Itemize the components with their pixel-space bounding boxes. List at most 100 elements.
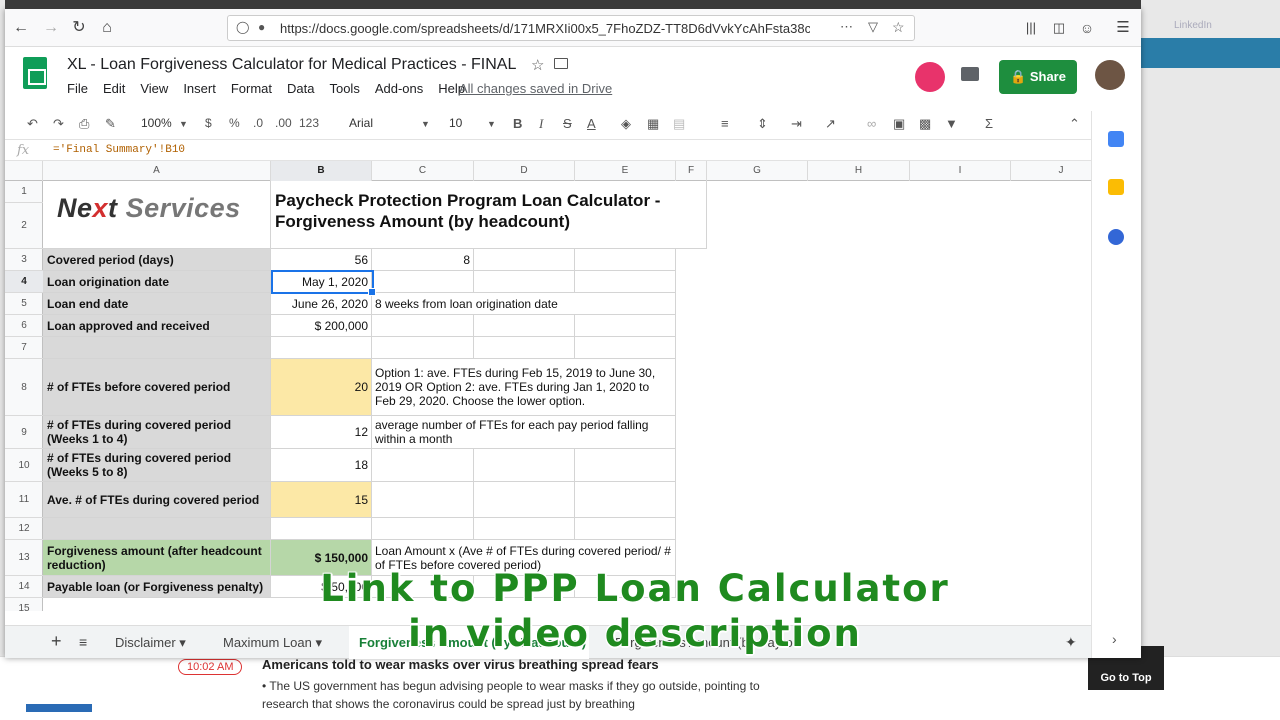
keep-icon[interactable] (1108, 179, 1124, 195)
back-icon[interactable]: ← (11, 18, 31, 38)
row-header-3[interactable]: 3 (5, 249, 43, 271)
text-wrap-icon[interactable]: ⇥ (791, 116, 802, 132)
col-header-j[interactable]: J (1011, 161, 1091, 181)
more-formats-button[interactable]: 123 (299, 116, 319, 130)
cell-a10[interactable]: # of FTEs during covered period (Weeks 5… (43, 449, 271, 482)
cell-d10[interactable] (474, 449, 575, 482)
col-header-h[interactable]: H (808, 161, 910, 181)
row-header-1[interactable]: 1 (5, 181, 43, 203)
increase-decimal-button[interactable]: .00 (275, 116, 292, 130)
print-icon[interactable]: ⎙ (79, 116, 89, 132)
formula-text[interactable]: ='Final Summary'!B10 (53, 144, 185, 156)
cell-d4[interactable] (474, 271, 575, 293)
cell-e7[interactable] (575, 337, 676, 359)
forward-icon[interactable]: → (41, 18, 61, 38)
cell-c6[interactable] (372, 315, 474, 337)
col-header-i[interactable]: I (910, 161, 1011, 181)
cell-c3[interactable]: 8 (372, 249, 474, 271)
col-header-f[interactable]: F (676, 161, 707, 181)
reload-icon[interactable]: ↻ (69, 18, 89, 38)
cell-a4[interactable]: Loan origination date (43, 271, 271, 293)
menu-format[interactable]: Format (231, 81, 272, 96)
cell-c5[interactable]: 8 weeks from loan origination date (372, 293, 575, 315)
italic-icon[interactable]: I (539, 116, 543, 132)
cell-d3[interactable] (474, 249, 575, 271)
row-header-12[interactable]: 12 (5, 518, 43, 540)
row-header-6[interactable]: 6 (5, 315, 43, 337)
pocket-icon[interactable]: ▽ (868, 19, 878, 35)
font-size-dropdown-icon[interactable]: ▼ (487, 119, 496, 129)
sheets-logo-icon[interactable] (23, 57, 47, 89)
cell-b10[interactable]: 18 (271, 449, 372, 482)
bookmark-star-icon[interactable]: ☆ (892, 19, 905, 36)
tasks-icon[interactable] (1108, 229, 1124, 245)
redo-icon[interactable]: ↷ (53, 116, 64, 132)
cell-c12[interactable] (372, 518, 474, 540)
cell-c4[interactable] (372, 271, 474, 293)
cell-e3[interactable] (575, 249, 676, 271)
cell-d6[interactable] (474, 315, 575, 337)
row-header-2[interactable]: 2 (5, 203, 43, 249)
cell-e5[interactable] (575, 293, 676, 315)
library-icon[interactable]: ||| (1021, 18, 1041, 38)
select-all-corner[interactable] (5, 161, 43, 181)
decrease-decimal-button[interactable]: .0 (253, 116, 263, 130)
collaborator-avatar[interactable] (915, 62, 945, 92)
cell-c8[interactable]: Option 1: ave. FTEs during Feb 15, 2019 … (372, 359, 676, 416)
col-header-c[interactable]: C (372, 161, 474, 181)
lock-icon[interactable]: ● (258, 20, 265, 34)
cell-c10[interactable] (372, 449, 474, 482)
row-header-7[interactable]: 7 (5, 337, 43, 359)
cell-b11[interactable]: 15 (271, 482, 372, 518)
filter-icon[interactable]: ▼ (945, 116, 958, 131)
insert-link-icon[interactable]: ∞ (867, 116, 876, 131)
row-header-10[interactable]: 10 (5, 449, 43, 482)
shield-icon[interactable]: ◯ (236, 20, 249, 34)
cell-e10[interactable] (575, 449, 676, 482)
cell-c9[interactable]: average number of FTEs for each pay peri… (372, 416, 676, 449)
col-header-e[interactable]: E (575, 161, 676, 181)
cell-d7[interactable] (474, 337, 575, 359)
save-status[interactable]: All changes saved in Drive (459, 81, 612, 96)
sidebar-icon[interactable]: ◫ (1049, 18, 1069, 38)
insert-comment-icon[interactable]: ▣ (893, 116, 905, 132)
fill-color-icon[interactable]: ◈ (621, 116, 631, 132)
percent-format-button[interactable]: % (229, 116, 240, 130)
cell-c7[interactable] (372, 337, 474, 359)
folder-icon[interactable] (554, 58, 568, 69)
cell-e11[interactable] (575, 482, 676, 518)
news-headline[interactable]: Americans told to wear masks over virus … (262, 657, 659, 672)
font-select[interactable]: Arial (349, 116, 373, 130)
cell-e4[interactable] (575, 271, 676, 293)
formula-bar[interactable]: fx ='Final Summary'!B10 (5, 139, 1091, 161)
col-header-d[interactable]: D (474, 161, 575, 181)
cell-d12[interactable] (474, 518, 575, 540)
page-actions-icon[interactable]: ⋯ (840, 19, 853, 35)
col-header-a[interactable]: A (43, 161, 271, 181)
cell-a11[interactable]: Ave. # of FTEs during covered period (43, 482, 271, 518)
strikethrough-icon[interactable]: S (563, 116, 572, 131)
menu-edit[interactable]: Edit (103, 81, 125, 96)
cell-a7[interactable] (43, 337, 271, 359)
col-header-g[interactable]: G (707, 161, 808, 181)
menu-insert[interactable]: Insert (183, 81, 216, 96)
cell-a9[interactable]: # of FTEs during covered period (Weeks 1… (43, 416, 271, 449)
currency-format-button[interactable]: $ (205, 116, 212, 130)
font-size-select[interactable]: 10 (449, 116, 462, 130)
url-text[interactable]: https://docs.google.com/spreadsheets/d/1… (280, 21, 810, 36)
user-avatar[interactable] (1095, 60, 1125, 90)
cell-b7[interactable] (271, 337, 372, 359)
col-header-b[interactable]: B (271, 161, 372, 181)
cell-a8[interactable]: # of FTEs before covered period (43, 359, 271, 416)
comments-icon[interactable] (961, 67, 979, 81)
share-button[interactable]: 🔒 Share (999, 60, 1077, 94)
undo-icon[interactable]: ↶ (27, 116, 38, 132)
paint-format-icon[interactable]: ✎ (105, 116, 116, 132)
text-color-icon[interactable]: A (587, 116, 596, 131)
borders-icon[interactable]: ▦ (647, 116, 659, 132)
title-cell[interactable]: Paycheck Protection Program Loan Calcula… (271, 181, 707, 249)
cell-b8[interactable]: 20 (271, 359, 372, 416)
cell-b6[interactable]: $ 200,000 (271, 315, 372, 337)
menu-addons[interactable]: Add-ons (375, 81, 423, 96)
menu-tools[interactable]: Tools (329, 81, 359, 96)
